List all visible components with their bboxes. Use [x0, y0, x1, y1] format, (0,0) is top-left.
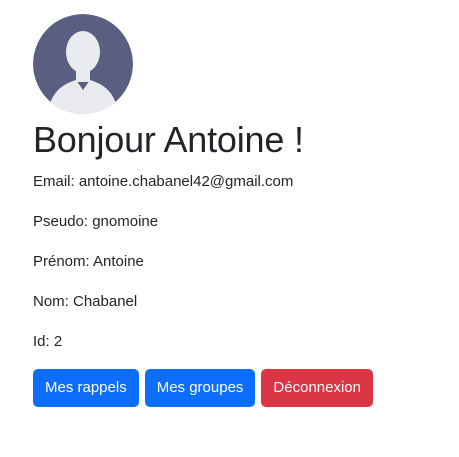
user-avatar-icon	[33, 14, 133, 114]
id-text: Id: 2	[33, 333, 63, 350]
email-text: Email: antoine.chabanel42@gmail.com	[33, 173, 294, 190]
action-buttons: Mes rappels Mes groupes Déconnexion	[33, 369, 453, 407]
deconnexion-button[interactable]: Déconnexion	[261, 369, 373, 407]
mes-groupes-button[interactable]: Mes groupes	[144, 369, 256, 407]
pseudo-text: Pseudo: gnomoine	[33, 213, 159, 230]
mes-rappels-button[interactable]: Mes rappels	[33, 369, 139, 407]
prenom-text: Prénom: Antoine	[33, 253, 144, 270]
profile-panel: Bonjour Antoine ! Email: antoine.chabane…	[33, 14, 453, 407]
nom-text: Nom: Chabanel	[33, 293, 138, 310]
page-title: Bonjour Antoine !	[33, 119, 304, 160]
